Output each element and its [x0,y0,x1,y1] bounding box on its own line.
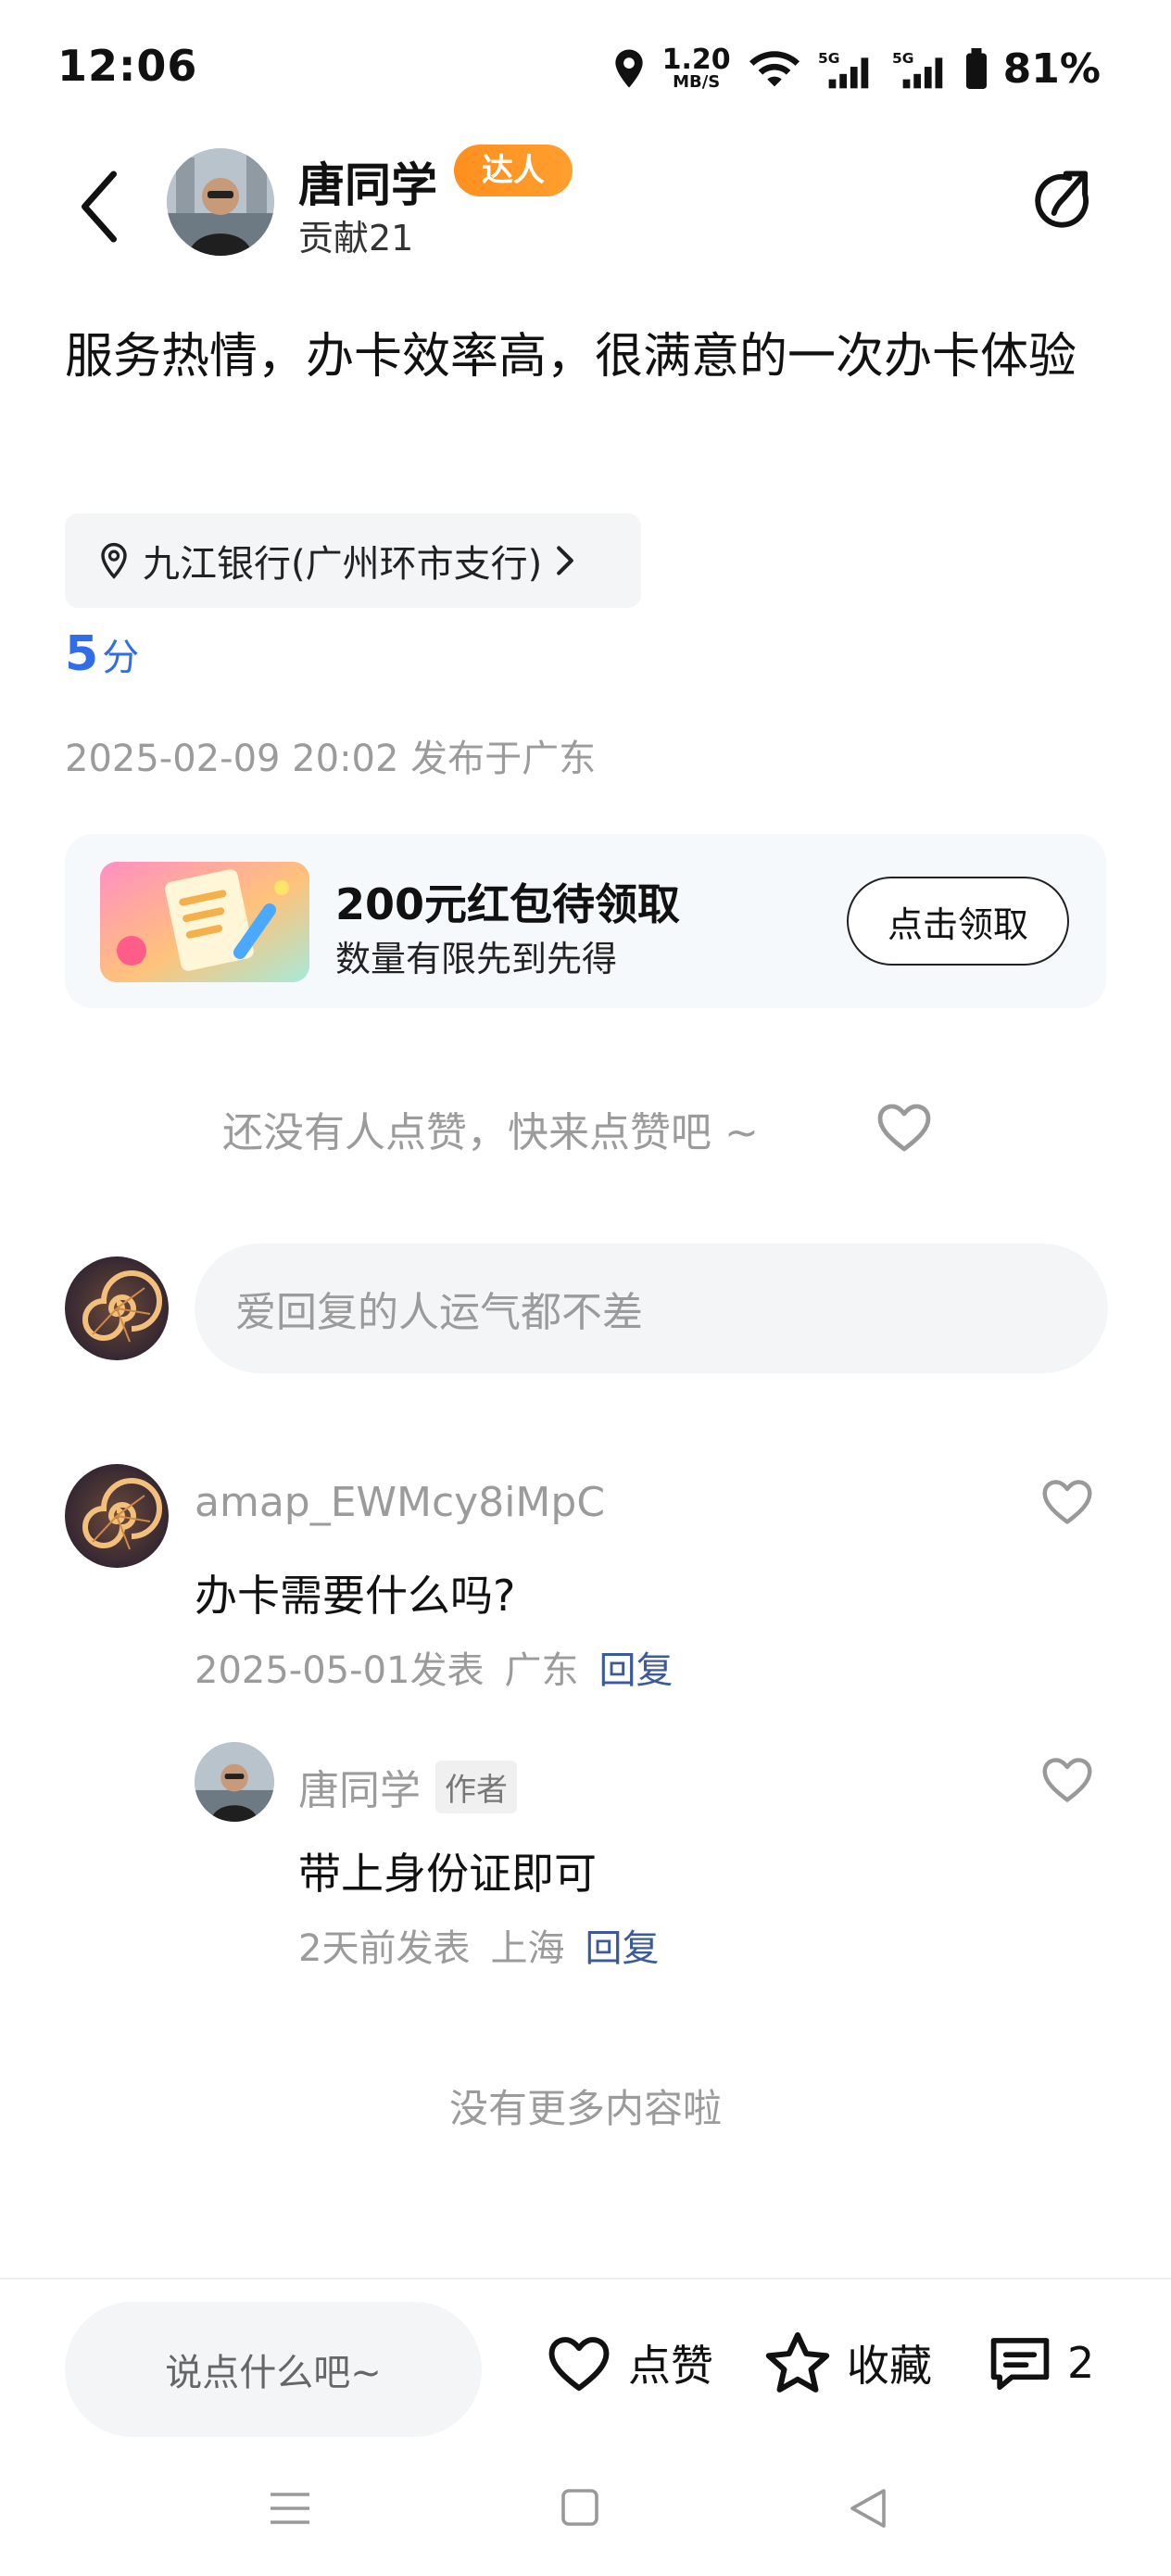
red-packet-promo-card[interactable]: 200元红包待领取 数量有限先到先得 点击领取 [65,834,1106,1008]
cell-signal-icon-2: 5G [892,50,942,89]
like-post-button[interactable] [875,1099,934,1155]
square-home-icon [561,2489,598,2526]
author-avatar-image [195,1742,274,1822]
promo-illustration-image [100,862,309,982]
reply-text: 带上身份证即可 [298,1849,597,1899]
nautilus-avatar-image [65,1464,169,1568]
like-hint: 还没有人点赞，快来点赞吧 ~ [222,1109,759,1156]
rating-score: 5 分 [65,626,139,682]
location-chip[interactable]: 九江银行(广州环市支行) [65,513,641,608]
comment-like-button[interactable] [1039,1475,1095,1527]
net-speed-value: 1.20 [661,44,731,76]
cell-signal-icon: 5G [818,50,868,89]
author-reply-avatar[interactable] [195,1742,274,1822]
reply-region: 上海 [490,1927,565,1970]
comment-count: 2 [1067,2338,1095,2388]
svg-text:5G: 5G [892,50,914,67]
author-tag: 作者 [435,1760,517,1813]
promo-illustration [100,862,309,982]
commenter-name[interactable]: amap_EWMcy8iMpC [195,1479,605,1526]
expert-badge: 达人 [454,145,573,196]
home-button[interactable] [560,2485,600,2530]
promo-subtitle: 数量有限先到先得 [335,939,618,979]
like-label: 点赞 [628,2341,713,2391]
comments-button[interactable]: 2 [988,2328,1094,2398]
status-icons: 1.20 MB/S 5G 5G 81% [612,41,1101,96]
author-avatar[interactable] [167,148,274,256]
author-name[interactable]: 唐同学 [298,148,437,215]
comment-meta: 2025-05-01发表 广东 回复 [195,1640,673,1694]
favorite-button[interactable]: 收藏 [763,2328,932,2398]
reply-reply-link[interactable]: 回复 [585,1918,659,1972]
back-button[interactable] [67,165,132,248]
reply-date: 2天前发表 [298,1927,471,1970]
net-speed-unit: MB/S [673,72,721,92]
svg-text:5G: 5G [818,50,840,67]
reply-author-name: 唐同学 作者 [298,1757,517,1816]
share-button[interactable] [1028,167,1097,235]
reply-meta: 2天前发表 上海 回复 [298,1918,659,1972]
recent-apps-button[interactable] [267,2485,313,2532]
reply-like-button[interactable] [1039,1753,1095,1805]
status-bar: 12:06 1.20 MB/S 5G 5G 81% [0,0,1171,139]
wifi-icon [749,51,800,87]
heart-icon [1042,1480,1092,1524]
menu-icon [271,2493,309,2524]
network-speed: 1.20 MB/S [662,46,731,91]
comment-date: 2025-05-01发表 [195,1649,485,1692]
my-avatar [65,1256,169,1360]
like-button[interactable]: 点赞 [545,2328,713,2398]
comment-input[interactable]: 说点什么吧~ [65,2302,482,2437]
rating-unit: 分 [102,637,140,679]
reply-input[interactable]: 爱回复的人运气都不差 [195,1244,1108,1373]
location-name: 九江银行(广州环市支行) [143,543,543,586]
favorite-label: 收藏 [847,2341,932,2391]
claim-button[interactable]: 点击领取 [847,877,1069,966]
no-more-content: 没有更多内容啦 [448,2086,722,2131]
chevron-right-icon [557,546,574,575]
comment-reply-link[interactable]: 回复 [598,1640,673,1694]
triangle-back-icon [850,2489,886,2528]
battery-percent: 81% [1002,44,1101,93]
heart-icon [1042,1758,1092,1802]
post-text: 服务热情，办卡效率高，很满意的一次办卡体验 [65,329,1077,385]
status-time: 12:06 [57,41,198,91]
nautilus-avatar-image [65,1256,169,1360]
contribution-count: 贡献21 [298,218,414,259]
location-pin-icon [614,49,643,88]
comment-text: 办卡需要什么吗? [195,1571,516,1621]
promo-title: 200元红包待领取 [335,879,681,929]
commenter-avatar[interactable] [65,1464,169,1568]
star-icon [765,2331,830,2393]
heart-icon [877,1104,931,1152]
heart-icon [548,2337,610,2392]
author-avatar-image [167,148,274,256]
rating-value: 5 [65,626,99,682]
battery-icon [965,48,987,89]
share-icon [1035,170,1089,228]
comment-region: 广东 [504,1649,579,1692]
chevron-left-icon [81,170,118,243]
post-meta: 2025-02-09 20:02 发布于广东 [65,738,597,780]
reply-author-name-text[interactable]: 唐同学 [298,1757,421,1816]
comment-icon [990,2338,1050,2391]
system-back-button[interactable] [847,2485,889,2532]
location-pin-icon [101,542,127,579]
